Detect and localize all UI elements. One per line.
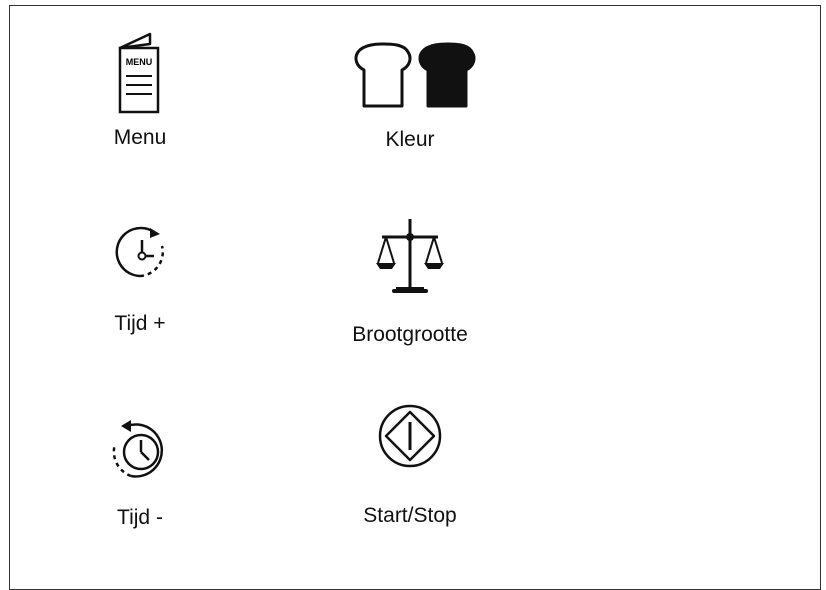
start-stop-button[interactable]: Start/Stop xyxy=(345,398,475,528)
start-stop-label: Start/Stop xyxy=(363,504,457,527)
menu-card-icon: MENU xyxy=(118,32,160,114)
loaf-size-button[interactable]: Brootgrootte xyxy=(335,215,485,347)
time-plus-label: Tijd + xyxy=(114,312,166,335)
menu-label: Menu xyxy=(113,126,167,149)
menu-badge-text: MENU xyxy=(126,57,153,67)
color-button[interactable]: Kleur xyxy=(345,40,476,152)
time-plus-button[interactable]: Tijd + xyxy=(100,222,180,336)
start-stop-icon xyxy=(378,404,442,468)
loaf-size-label: Brootgrootte xyxy=(352,323,468,346)
clock-forward-icon xyxy=(115,226,164,278)
color-label: Kleur xyxy=(385,128,435,151)
time-minus-button[interactable]: Tijd - xyxy=(100,418,180,530)
menu-button[interactable]: MENU Menu xyxy=(100,30,180,150)
time-minus-label: Tijd - xyxy=(117,506,163,529)
bread-color-icon xyxy=(354,42,476,108)
clock-backward-icon xyxy=(112,420,164,478)
scale-icon xyxy=(376,219,444,293)
